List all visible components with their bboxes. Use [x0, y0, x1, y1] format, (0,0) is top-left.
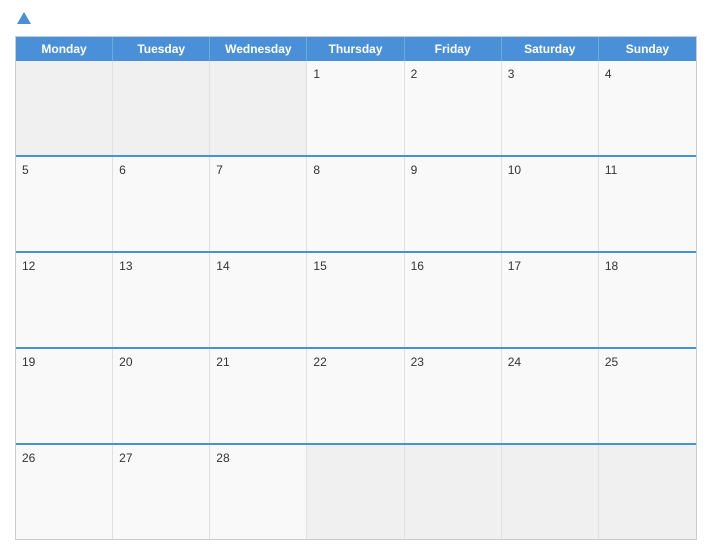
day-number: 21	[216, 355, 229, 369]
day-cell: 25	[599, 349, 696, 443]
day-cell: 2	[405, 61, 502, 155]
day-number: 2	[411, 67, 418, 81]
day-cell: 20	[113, 349, 210, 443]
day-cell: 15	[307, 253, 404, 347]
day-header-saturday: Saturday	[502, 37, 599, 61]
day-cell	[502, 445, 599, 539]
day-cell: 10	[502, 157, 599, 251]
day-header-sunday: Sunday	[599, 37, 696, 61]
day-cell	[405, 445, 502, 539]
day-number: 13	[119, 259, 132, 273]
day-header-wednesday: Wednesday	[210, 37, 307, 61]
day-number: 12	[22, 259, 35, 273]
day-number: 9	[411, 163, 418, 177]
day-cell: 27	[113, 445, 210, 539]
day-cell: 24	[502, 349, 599, 443]
calendar-page: MondayTuesdayWednesdayThursdayFridaySatu…	[0, 0, 712, 550]
day-cell	[113, 61, 210, 155]
logo-line1	[15, 14, 31, 24]
day-cell: 21	[210, 349, 307, 443]
logo-triangle-icon	[17, 12, 31, 24]
day-number: 17	[508, 259, 521, 273]
day-number: 5	[22, 163, 29, 177]
day-cell: 5	[16, 157, 113, 251]
day-cell: 13	[113, 253, 210, 347]
week-row-3: 12 13 14 15 16 17 18	[16, 251, 696, 347]
day-number: 26	[22, 451, 35, 465]
day-number: 3	[508, 67, 515, 81]
day-number: 1	[313, 67, 320, 81]
day-cell: 17	[502, 253, 599, 347]
day-cell: 28	[210, 445, 307, 539]
day-number: 16	[411, 259, 424, 273]
day-cell: 3	[502, 61, 599, 155]
day-number: 18	[605, 259, 618, 273]
logo-wrapper	[15, 14, 31, 24]
day-number: 22	[313, 355, 326, 369]
day-cell: 26	[16, 445, 113, 539]
week-row-1: 1 2 3 4	[16, 61, 696, 155]
day-number: 11	[605, 163, 617, 177]
day-headers-row: MondayTuesdayWednesdayThursdayFridaySatu…	[16, 37, 696, 61]
day-header-thursday: Thursday	[307, 37, 404, 61]
day-cell: 7	[210, 157, 307, 251]
logo	[15, 14, 31, 24]
day-number: 28	[216, 451, 229, 465]
day-number: 20	[119, 355, 132, 369]
day-header-tuesday: Tuesday	[113, 37, 210, 61]
day-cell	[16, 61, 113, 155]
day-number: 23	[411, 355, 424, 369]
day-cell: 1	[307, 61, 404, 155]
day-header-friday: Friday	[405, 37, 502, 61]
day-number: 24	[508, 355, 521, 369]
day-cell: 8	[307, 157, 404, 251]
day-cell: 12	[16, 253, 113, 347]
day-number: 4	[605, 67, 612, 81]
week-row-5: 26 27 28	[16, 443, 696, 539]
day-cell	[210, 61, 307, 155]
day-cell	[599, 445, 696, 539]
day-cell: 19	[16, 349, 113, 443]
day-number: 27	[119, 451, 132, 465]
day-cell: 9	[405, 157, 502, 251]
day-number: 7	[216, 163, 223, 177]
day-cell: 18	[599, 253, 696, 347]
day-cell: 4	[599, 61, 696, 155]
day-number: 15	[313, 259, 326, 273]
day-cell: 6	[113, 157, 210, 251]
day-cell	[307, 445, 404, 539]
day-number: 10	[508, 163, 521, 177]
day-header-monday: Monday	[16, 37, 113, 61]
day-number: 25	[605, 355, 618, 369]
day-cell: 16	[405, 253, 502, 347]
week-row-2: 5 6 7 8 9 10 11	[16, 155, 696, 251]
weeks-container: 1234567891011121314151617181920212223242…	[16, 61, 696, 539]
day-number: 8	[313, 163, 320, 177]
day-number: 19	[22, 355, 35, 369]
day-cell: 11	[599, 157, 696, 251]
week-row-4: 19 20 21 22 23 24 25	[16, 347, 696, 443]
day-number: 14	[216, 259, 229, 273]
day-number: 6	[119, 163, 126, 177]
day-cell: 14	[210, 253, 307, 347]
day-cell: 23	[405, 349, 502, 443]
day-cell: 22	[307, 349, 404, 443]
calendar-grid: MondayTuesdayWednesdayThursdayFridaySatu…	[15, 36, 697, 540]
header	[15, 10, 697, 28]
